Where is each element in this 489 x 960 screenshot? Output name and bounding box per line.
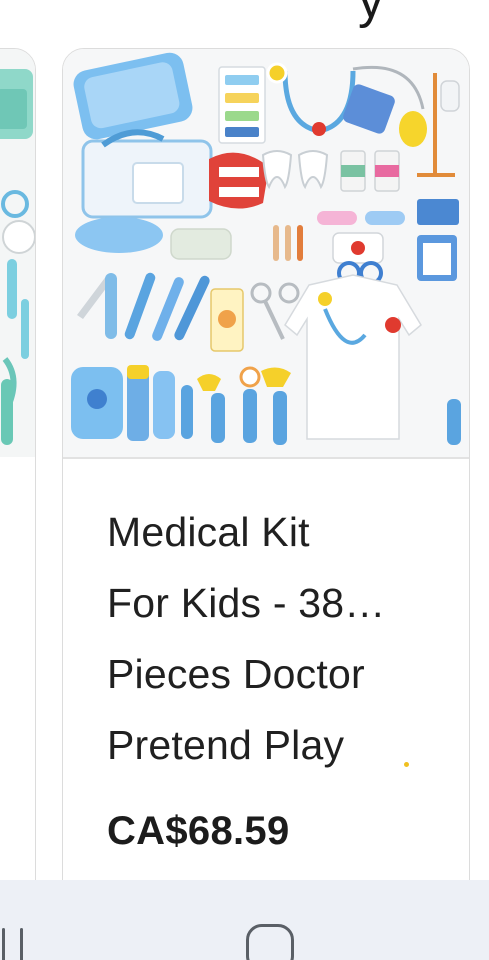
title-line-2: For Kids - 38… (107, 580, 386, 626)
medical-kit-icon (71, 52, 461, 445)
section-heading-remnant: y (0, 0, 489, 40)
card-divider (63, 457, 469, 459)
medical-kit-icon (0, 69, 35, 445)
heading-glyph: y (358, 0, 384, 29)
product-card[interactable]: Medical Kit For Kids - 38… Pieces Doctor… (62, 48, 470, 908)
home-icon[interactable] (246, 924, 294, 960)
decorative-dot (404, 762, 409, 767)
product-card-previous[interactable] (0, 48, 36, 908)
title-line-3: Pieces Doctor (107, 651, 365, 697)
title-line-4: Pretend Play (107, 722, 345, 768)
title-line-1: Medical Kit (107, 509, 310, 555)
system-navigation-bar (0, 880, 489, 960)
product-image[interactable] (63, 49, 469, 457)
recent-apps-icon[interactable] (0, 928, 26, 960)
shopping-screen: y Medical Kit For Kids - 38… Pieces Doct… (0, 0, 489, 960)
product-price: CA$68.59 (107, 809, 290, 853)
product-title[interactable]: Medical Kit For Kids - 38… Pieces Doctor… (107, 497, 427, 781)
product-image[interactable] (0, 49, 35, 457)
